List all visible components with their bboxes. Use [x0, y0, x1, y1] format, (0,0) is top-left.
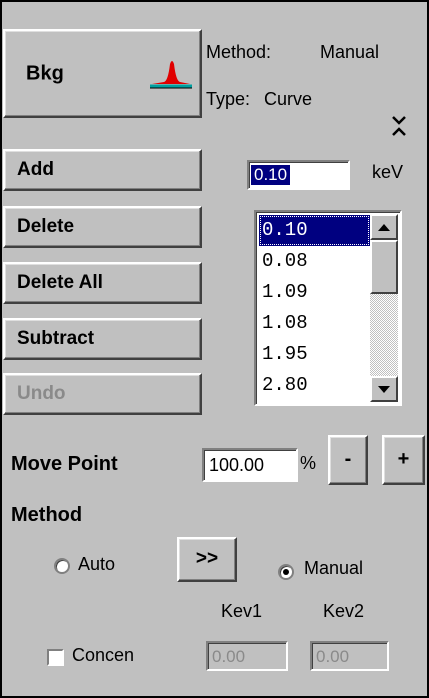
concen-checkbox[interactable] [47, 649, 64, 666]
chevron-collapse-icon [392, 116, 406, 136]
manual-radio[interactable] [278, 564, 294, 580]
move-point-unit: % [300, 453, 317, 473]
undo-button-label: Undo [17, 383, 66, 404]
delete-all-button-label: Delete All [17, 272, 103, 293]
kev2-input[interactable]: 0.00 [310, 641, 389, 671]
manual-radio-dot [283, 569, 289, 575]
energy-input[interactable]: 0.10 [247, 160, 350, 190]
bkg-button-label: Bkg [26, 62, 64, 84]
minus-label: - [344, 448, 352, 470]
arrow-up-icon [378, 224, 390, 231]
list-scrollbar[interactable] [370, 214, 398, 402]
collapse-toggle-button[interactable] [384, 105, 414, 145]
move-point-input[interactable]: 100.00 [202, 448, 298, 482]
subtract-button[interactable]: Subtract [3, 318, 202, 360]
kev1-input[interactable]: 0.00 [206, 641, 288, 671]
kev1-label: Kev1 [221, 601, 263, 621]
delete-all-button[interactable]: Delete All [3, 262, 202, 304]
energy-input-value: 0.10 [251, 165, 291, 185]
undo-button[interactable]: Undo [3, 373, 202, 415]
delete-button-label: Delete [17, 216, 75, 237]
list-item[interactable]: 1.08 [259, 308, 370, 339]
method-info-value: Manual [320, 42, 380, 62]
add-button[interactable]: Add [3, 149, 202, 191]
scroll-thumb[interactable] [370, 240, 398, 294]
method-toggle-label: >> [195, 548, 219, 569]
kev2-value: 0.00 [316, 647, 350, 666]
energy-points-list[interactable]: 0.10 0.08 1.09 1.08 1.95 2.80 [254, 210, 402, 406]
move-point-label: Move Point [11, 453, 118, 475]
method-info-label: Method: [206, 42, 272, 62]
add-button-label: Add [17, 159, 54, 180]
concen-label: Concen [72, 645, 135, 665]
method-section-heading: Method [11, 504, 83, 526]
list-item[interactable]: 2.80 [259, 370, 370, 401]
kev2-label: Kev2 [323, 601, 365, 621]
auto-radio[interactable] [54, 558, 70, 574]
background-panel: Bkg Method: Manual Type: Curve Add Delet… [0, 0, 429, 698]
scroll-down-button[interactable] [370, 376, 398, 402]
arrow-down-icon [378, 386, 390, 393]
list-item[interactable]: 0.10 [259, 215, 370, 246]
delete-button[interactable]: Delete [3, 206, 202, 248]
move-point-plus-button[interactable]: + [382, 435, 425, 485]
kev1-value: 0.00 [212, 647, 246, 666]
energy-unit-label: keV [372, 162, 404, 182]
list-item[interactable]: 1.95 [259, 339, 370, 370]
move-point-value: 100.00 [209, 455, 265, 475]
type-info-label: Type: [206, 89, 251, 109]
plus-label: + [397, 448, 410, 470]
background-peak-icon [150, 61, 192, 89]
method-toggle-button[interactable]: >> [177, 537, 237, 582]
type-info-value: Curve [264, 89, 313, 109]
list-item[interactable]: 0.08 [259, 246, 370, 277]
subtract-button-label: Subtract [17, 328, 95, 349]
auto-radio-label: Auto [78, 554, 116, 574]
move-point-minus-button[interactable]: - [328, 435, 368, 485]
manual-radio-label: Manual [304, 558, 364, 578]
list-item[interactable]: 1.09 [259, 277, 370, 308]
scroll-up-button[interactable] [370, 214, 398, 240]
bkg-button[interactable]: Bkg [3, 29, 202, 118]
